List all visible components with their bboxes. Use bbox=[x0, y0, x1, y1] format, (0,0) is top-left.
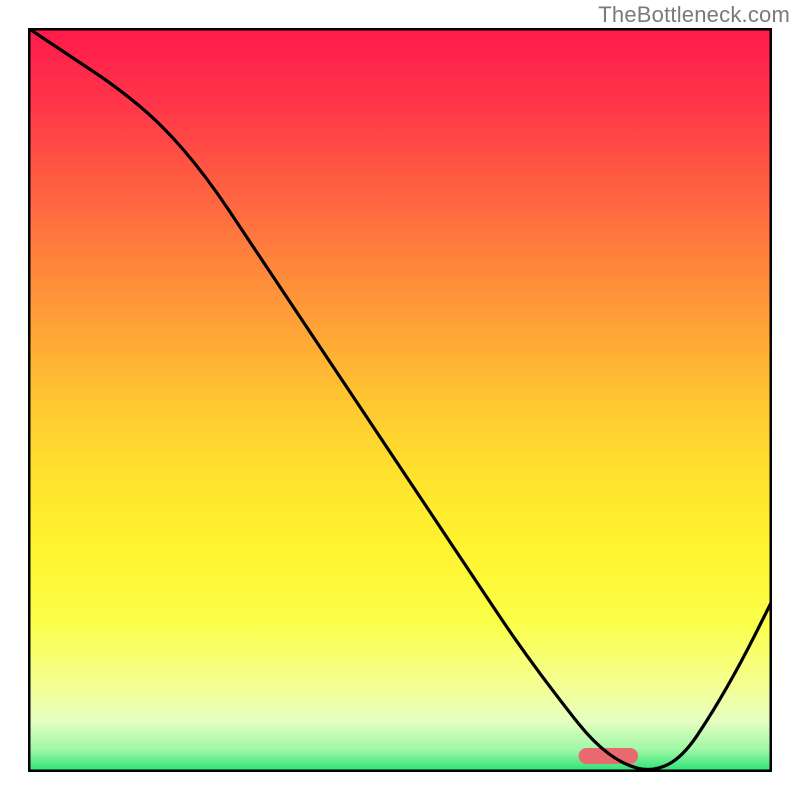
chart-background-gradient bbox=[28, 28, 772, 772]
watermark-text: TheBottleneck.com bbox=[598, 2, 790, 28]
optimal-range-marker bbox=[579, 748, 639, 764]
chart-container bbox=[28, 28, 772, 772]
bottleneck-chart bbox=[28, 28, 772, 772]
